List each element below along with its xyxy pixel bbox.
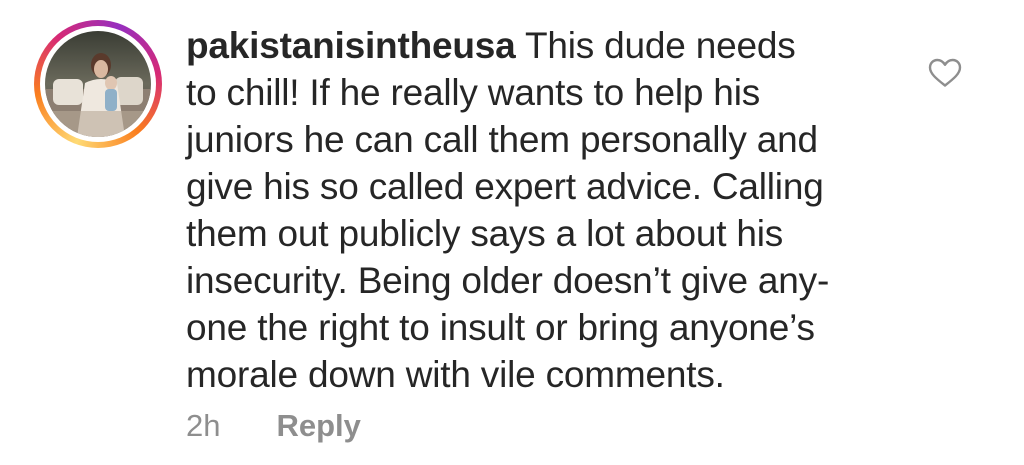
comment-text-line-8: morale down with vile comments. xyxy=(186,354,725,395)
avatar-ring-gap xyxy=(40,26,156,142)
comment-meta: 2h Reply xyxy=(186,408,361,444)
comment-timestamp: 2h xyxy=(186,408,221,443)
comment-text-line-2: to chill! If he really wants to help his xyxy=(186,72,761,113)
comment-line-1: pakistanisintheusa This dude needs xyxy=(186,22,886,69)
reply-button[interactable]: Reply xyxy=(276,408,360,444)
comment-text-line-4: give his so called expert advice. Callin… xyxy=(186,166,824,207)
comment-text-line-3: juniors he can call them personally and xyxy=(186,119,818,160)
comment-text-line-6: insecurity. Being older doesn’t give any… xyxy=(186,260,830,301)
heart-icon[interactable] xyxy=(928,58,962,88)
comment-text-line-1: This dude needs xyxy=(524,25,796,66)
comment-body: pakistanisintheusa This dude needs to ch… xyxy=(186,22,886,398)
comment-text-line-5: them out publicly says a lot about his xyxy=(186,213,784,254)
avatar-story-ring[interactable] xyxy=(34,20,162,148)
comment-text-line-7: one the right to insult or bring anyone’… xyxy=(186,307,815,348)
comment-username[interactable]: pakistanisintheusa xyxy=(186,25,516,66)
comment-container: pakistanisintheusa This dude needs to ch… xyxy=(0,0,1024,465)
avatar[interactable] xyxy=(45,31,151,137)
